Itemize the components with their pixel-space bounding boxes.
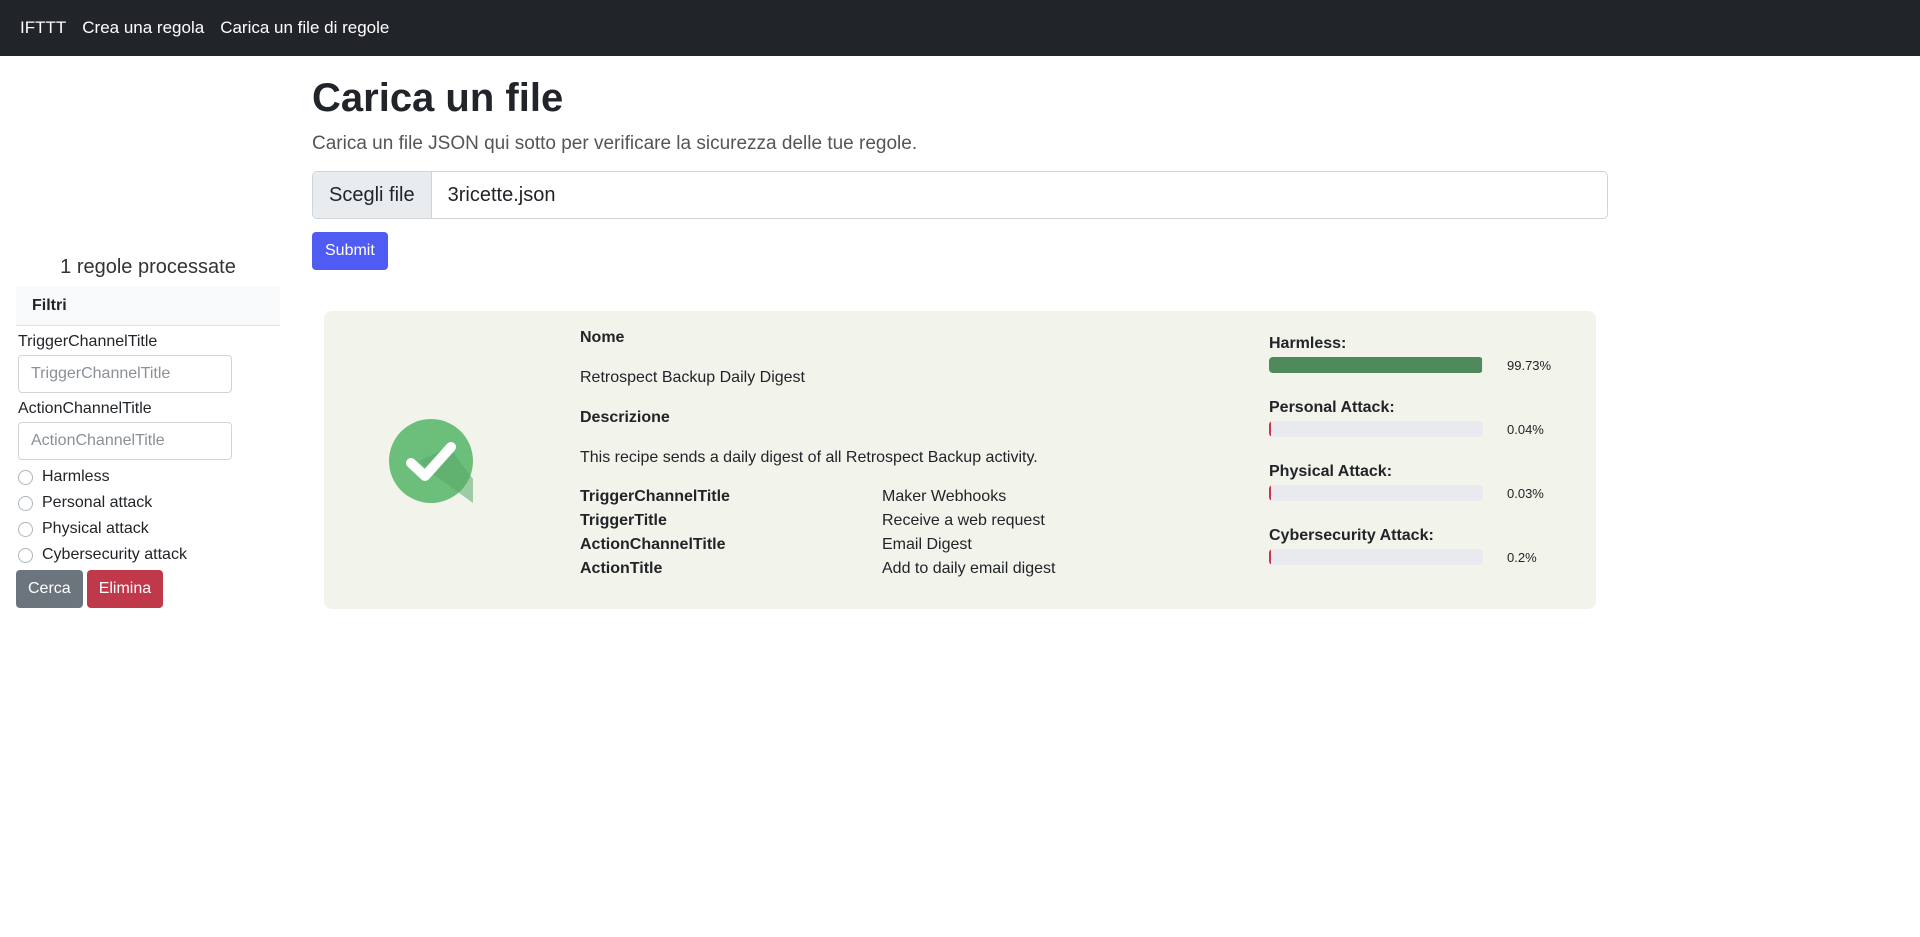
score-value: 0.2% (1507, 549, 1537, 565)
nav-link-create-rule[interactable]: Crea una regola (82, 18, 204, 38)
score-label: Physical Attack: (1269, 463, 1393, 480)
progress-fill (1269, 549, 1271, 565)
progress-fill (1269, 357, 1483, 373)
field-row: ActionChannelTitle Email Digest (580, 533, 1200, 557)
radio-harmless[interactable]: Harmless (16, 464, 280, 490)
action-channel-label: ActionChannelTitle (18, 400, 152, 417)
check-circle-icon (389, 419, 473, 503)
navbar: IFTTT Crea una regola Carica un file di … (0, 0, 1920, 56)
description-label: Descrizione (580, 409, 670, 426)
radio-button[interactable] (18, 547, 33, 563)
radio-label: Physical attack (42, 520, 149, 537)
action-channel-input[interactable] (18, 422, 232, 460)
radio-personal-attack[interactable]: Personal attack (16, 490, 280, 516)
field-value: Receive a web request (882, 512, 1045, 529)
score-value: 0.03% (1507, 485, 1544, 501)
rule-info: Nome Retrospect Backup Daily Digest Desc… (580, 327, 1200, 581)
attack-scores: Harmless: 99.73% Personal Attack: 0.04% … (1269, 333, 1569, 589)
score-label: Cybersecurity Attack: (1269, 527, 1434, 544)
radio-button[interactable] (18, 469, 33, 485)
score-value: 99.73% (1507, 357, 1552, 373)
choose-file-button[interactable]: Scegli file (313, 172, 432, 218)
radio-label: Harmless (42, 468, 110, 485)
score-label: Harmless: (1269, 335, 1347, 352)
rule-result-card: Nome Retrospect Backup Daily Digest Desc… (324, 311, 1596, 609)
filters-sidebar: 1 regole processate Filtri TriggerChanne… (16, 250, 280, 608)
radio-button[interactable] (18, 495, 33, 511)
progress-fill (1269, 485, 1271, 501)
page-description: Carica un file JSON qui sotto per verifi… (312, 133, 918, 154)
filters-header: Filtri (16, 286, 280, 326)
score-personal-attack: Personal Attack: 0.04% (1269, 397, 1569, 461)
submit-button[interactable]: Submit (312, 232, 388, 270)
radio-label: Cybersecurity attack (42, 546, 187, 563)
page-title: Carica un file (312, 76, 564, 120)
radio-label: Personal attack (42, 494, 153, 511)
radio-cybersecurity-attack[interactable]: Cybersecurity attack (16, 542, 280, 568)
rule-fields: TriggerChannelTitle Maker Webhooks Trigg… (580, 485, 1200, 581)
score-physical-attack: Physical Attack: 0.03% (1269, 461, 1569, 525)
field-row: TriggerChannelTitle Maker Webhooks (580, 485, 1200, 509)
nav-link-upload-rules[interactable]: Carica un file di regole (220, 18, 389, 38)
file-input[interactable]: Scegli file 3ricette.json (312, 171, 1608, 219)
field-row: TriggerTitle Receive a web request (580, 509, 1200, 533)
selected-file-name: 3ricette.json (447, 184, 556, 206)
rules-count: 1 regole processate (60, 256, 236, 278)
field-value: Email Digest (882, 536, 972, 553)
score-harmless: Harmless: 99.73% (1269, 333, 1569, 397)
field-row: ActionTitle Add to daily email digest (580, 557, 1200, 581)
field-key: ActionTitle (580, 560, 663, 577)
field-value: Maker Webhooks (882, 488, 1007, 505)
field-key: TriggerTitle (580, 512, 667, 529)
progress-bar (1269, 357, 1483, 373)
filter-actions: Cerca Elimina (16, 570, 280, 608)
delete-button[interactable]: Elimina (86, 570, 164, 608)
nav-brand[interactable]: IFTTT (20, 18, 66, 38)
field-value: Add to daily email digest (882, 560, 1056, 577)
progress-bar (1269, 421, 1483, 437)
progress-bar (1269, 485, 1483, 501)
rule-name: Retrospect Backup Daily Digest (580, 369, 805, 386)
field-key: ActionChannelTitle (580, 536, 726, 553)
score-value: 0.04% (1507, 421, 1544, 437)
score-cybersecurity-attack: Cybersecurity Attack: 0.2% (1269, 525, 1569, 589)
score-label: Personal Attack: (1269, 399, 1395, 416)
name-label: Nome (580, 329, 625, 346)
main-content: Carica un file Carica un file JSON qui s… (312, 56, 1608, 270)
progress-bar (1269, 549, 1483, 565)
radio-physical-attack[interactable]: Physical attack (16, 516, 280, 542)
trigger-channel-label: TriggerChannelTitle (18, 333, 158, 350)
progress-fill (1269, 421, 1271, 437)
trigger-channel-input[interactable] (18, 355, 232, 393)
radio-button[interactable] (18, 521, 33, 537)
search-button[interactable]: Cerca (16, 570, 83, 608)
field-key: TriggerChannelTitle (580, 488, 730, 505)
rule-description: This recipe sends a daily digest of all … (580, 449, 1038, 466)
